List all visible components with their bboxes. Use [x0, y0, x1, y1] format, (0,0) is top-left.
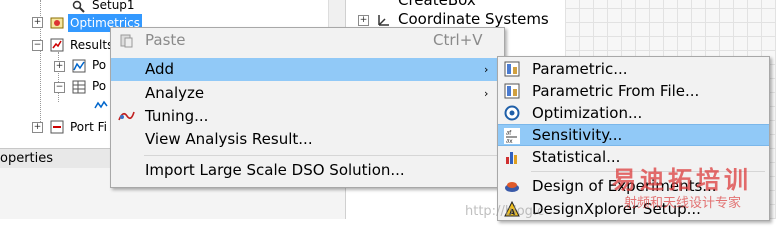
expand-toggle[interactable]: + — [32, 122, 43, 133]
parametric-icon — [504, 61, 520, 77]
menu-item-analyze[interactable]: Analyze › — [111, 82, 504, 105]
menu-item-label: Add — [145, 60, 175, 78]
menu-item-label: Analyze — [145, 84, 205, 102]
submenu-item-label: Parametric... — [532, 60, 628, 78]
collapse-toggle[interactable]: − — [54, 82, 65, 93]
menu-item-label: Paste — [145, 31, 186, 49]
port-field-icon — [50, 120, 64, 134]
table-icon — [72, 80, 86, 94]
collapse-toggle[interactable]: − — [32, 40, 43, 51]
context-menu: Paste Ctrl+V Add › Analyze › Tuning... V… — [110, 27, 505, 188]
expand-toggle[interactable]: + — [32, 17, 43, 28]
submenu-item-sensitivity[interactable]: ∂f ∂x Sensitivity... — [498, 124, 769, 146]
svg-text:∂x: ∂x — [506, 138, 513, 144]
tree-item-setup1[interactable]: Setup1 — [92, 0, 135, 14]
statistical-icon — [506, 152, 517, 164]
menu-item-shortcut: Ctrl+V — [433, 31, 483, 49]
tree-line — [58, 52, 59, 102]
watermark-url: http://blog.c — [465, 204, 545, 219]
submenu-arrow-icon: › — [484, 87, 489, 100]
menu-item-add[interactable]: Add › — [111, 58, 504, 81]
tree-item-port-field[interactable]: Port Fi — [70, 118, 107, 136]
menu-item-paste[interactable]: Paste Ctrl+V — [111, 29, 504, 52]
watermark: 易迪拓培训 射频和天线设计专家 http://blog.c — [465, 160, 776, 219]
watermark-title: 易迪拓培训 — [612, 166, 752, 194]
coordinate-system-icon — [378, 15, 389, 26]
submenu-arrow-icon: › — [484, 63, 489, 76]
menu-item-label: View Analysis Result... — [145, 130, 313, 148]
optimetrics-icon — [50, 17, 64, 29]
svg-text:∂f: ∂f — [506, 130, 512, 137]
tuning-icon — [118, 111, 135, 121]
menu-item-view-analysis-result[interactable]: View Analysis Result... — [111, 128, 504, 151]
properties-title: operties — [0, 151, 54, 166]
tree-item-coordinate-systems[interactable]: Coordinate Systems — [398, 10, 549, 28]
watermark-subtitle: 射频和天线设计专家 — [624, 196, 742, 211]
expand-toggle[interactable]: + — [54, 61, 65, 72]
submenu-item-label: Sensitivity... — [532, 126, 623, 144]
submenu-item-parametric-from-file[interactable]: Parametric From File... — [498, 80, 769, 102]
results-icon — [50, 38, 64, 52]
tree-item-results[interactable]: Results — [70, 36, 113, 54]
paste-icon — [120, 34, 133, 48]
plot-icon — [72, 59, 86, 73]
submenu-item-label: Optimization... — [532, 104, 643, 122]
tree-item-plot-1[interactable]: Po — [92, 56, 106, 74]
tree-item-createbox[interactable]: CreateBox — [398, 0, 476, 9]
menu-item-tuning[interactable]: Tuning... — [111, 105, 504, 128]
trace-icon — [94, 100, 108, 109]
menu-item-label: Tuning... — [145, 107, 209, 125]
submenu-item-label: Parametric From File... — [532, 82, 700, 100]
submenu-item-optimization[interactable]: Optimization... — [498, 102, 769, 124]
menu-item-label: Import Large Scale DSO Solution... — [145, 161, 405, 179]
parametric-file-icon — [504, 83, 520, 99]
menu-separator — [144, 155, 500, 156]
sensitivity-icon: ∂f∂x — [504, 128, 520, 144]
expand-toggle[interactable]: + — [358, 15, 369, 26]
doe-icon — [505, 182, 519, 192]
setup-icon — [72, 0, 85, 13]
optimization-icon — [504, 105, 520, 121]
tree-item-plot-2[interactable]: Po — [92, 77, 106, 95]
submenu-item-parametric[interactable]: Parametric... — [498, 58, 769, 80]
menu-item-import-dso[interactable]: Import Large Scale DSO Solution... — [111, 159, 504, 182]
